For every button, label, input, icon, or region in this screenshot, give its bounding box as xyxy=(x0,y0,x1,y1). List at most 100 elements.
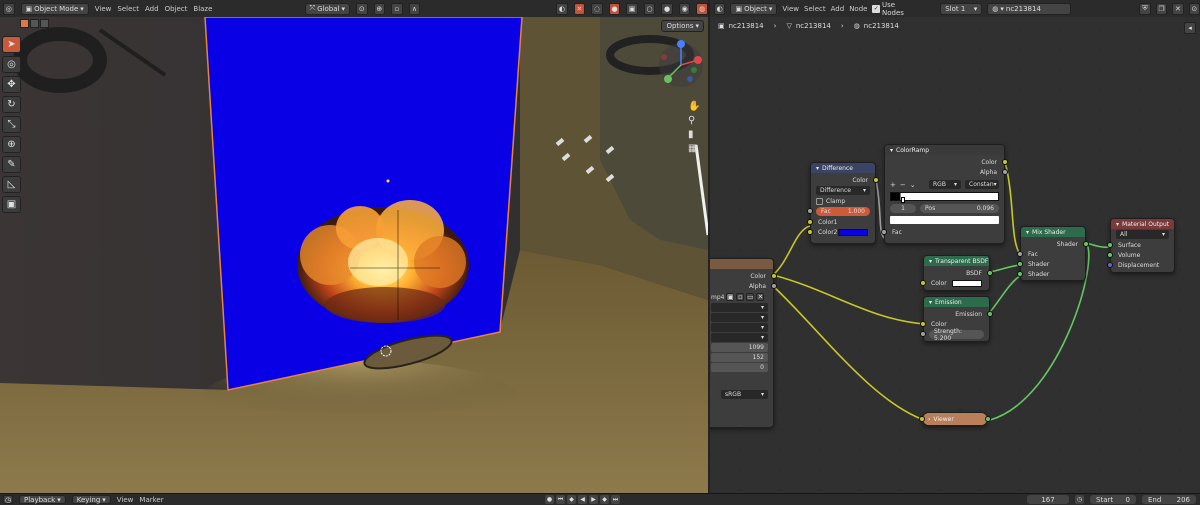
shader1-socket[interactable] xyxy=(1017,261,1023,267)
3d-viewport[interactable]: ◎ ▣ Object Mode ▾ View Select Add Object… xyxy=(0,0,708,493)
xray-icon[interactable]: ▣ xyxy=(626,2,638,15)
menu-object[interactable]: Object xyxy=(165,5,188,13)
volume-socket[interactable] xyxy=(1107,252,1113,258)
start-frame-field[interactable]: 152 xyxy=(711,353,768,362)
duplicate-icon[interactable]: ❐ xyxy=(1155,2,1168,15)
annotate-tool-icon[interactable]: ✎ xyxy=(2,156,21,173)
output-bsdf-socket[interactable] xyxy=(987,270,993,276)
play-reverse-icon[interactable]: ◀ xyxy=(578,495,587,504)
menu-add[interactable]: Add xyxy=(831,5,845,13)
select-mode-subtract[interactable] xyxy=(40,19,49,28)
offset-field[interactable]: 0 xyxy=(711,363,768,372)
output-color-socket[interactable] xyxy=(1002,159,1008,165)
chevron-down-icon[interactable]: ▾ xyxy=(1026,229,1029,236)
viewport-scene[interactable] xyxy=(0,17,708,493)
output-alpha-socket[interactable] xyxy=(771,283,777,289)
stop-index-field[interactable]: 1 xyxy=(890,204,916,213)
grid-icon[interactable]: ▦ xyxy=(688,143,700,154)
color-socket[interactable] xyxy=(920,321,926,327)
record-icon[interactable]: ● xyxy=(545,495,554,504)
fac-socket[interactable] xyxy=(807,208,813,214)
source-dropdown[interactable]: ▾ xyxy=(711,323,768,332)
colorspace-dropdown[interactable]: sRGB ▾ xyxy=(721,390,768,399)
ramp-stop-handle[interactable] xyxy=(901,197,905,203)
chevron-right-icon[interactable]: › xyxy=(928,416,930,423)
gizmo-toggle-icon[interactable]: ✕ xyxy=(573,2,586,15)
transform-tool-icon[interactable]: ⊕ xyxy=(2,136,21,153)
use-nodes-toggle[interactable]: ✓ Use Nodes xyxy=(872,1,917,17)
play-icon[interactable]: ▶ xyxy=(589,495,598,504)
chevron-down-icon[interactable]: ▾ xyxy=(1116,221,1119,228)
fac-socket[interactable] xyxy=(881,229,887,235)
select-tool-icon[interactable]: ➤ xyxy=(2,36,21,53)
orientation-dropdown[interactable]: ⤧ Global ▾ xyxy=(304,2,351,15)
colorramp-node[interactable]: ▾ ColorRamp Color Alpha + − ⌄ RGB ▾ Cons… xyxy=(881,144,1008,244)
color2-socket[interactable] xyxy=(807,229,813,235)
snap-icon[interactable]: ⊕ xyxy=(373,2,386,15)
breadcrumb-object[interactable]: ▣ nc213814 xyxy=(718,22,764,30)
viewer-node[interactable]: › Viewer xyxy=(919,412,991,426)
start-frame-field[interactable]: Start 0 xyxy=(1090,495,1136,504)
visibility-icon[interactable]: ◐ xyxy=(556,2,568,15)
projection-dropdown[interactable]: ▾ xyxy=(711,303,768,312)
interpolation-dropdown[interactable]: Constan ▾ xyxy=(965,180,999,189)
menu-blaze[interactable]: Blaze xyxy=(193,5,212,13)
slot-dropdown[interactable]: Slot 1 ▾ xyxy=(940,2,983,15)
pivot-icon[interactable]: ⊙ xyxy=(356,2,368,15)
shader-node-editor[interactable]: ◐ ▣ Object ▾ View Select Add Node ✓ Use … xyxy=(710,0,1200,493)
sidebar-toggle-icon[interactable]: ◂ xyxy=(1184,22,1196,34)
color-ramp-gradient[interactable] xyxy=(890,192,999,203)
current-frame-field[interactable]: 167 xyxy=(1027,495,1069,504)
stop-pos-field[interactable]: Pos 0.096 xyxy=(920,204,999,213)
displacement-socket[interactable] xyxy=(1107,262,1113,268)
breadcrumb-mesh[interactable]: ▽ nc213814 xyxy=(786,22,830,30)
chevron-down-icon[interactable]: ⌄ xyxy=(910,181,916,189)
shader2-socket[interactable] xyxy=(1017,271,1023,277)
add-cube-tool-icon[interactable]: ▣ xyxy=(2,196,21,213)
overlay-icon[interactable]: ◌ xyxy=(591,2,603,15)
chevron-down-icon[interactable]: ▾ xyxy=(816,165,819,172)
menu-view[interactable]: View xyxy=(782,5,799,13)
output-color-socket[interactable] xyxy=(771,273,777,279)
pan-hand-icon[interactable]: ✋ xyxy=(688,101,700,112)
output-shader-socket[interactable] xyxy=(1083,241,1089,247)
shading-wire-icon[interactable]: ○ xyxy=(643,2,656,15)
menu-select[interactable]: Select xyxy=(117,5,139,13)
proportional-edit-icon[interactable]: ∧ xyxy=(408,2,421,15)
menu-node[interactable]: Node xyxy=(849,5,867,13)
shading-rendered-icon[interactable]: ◍ xyxy=(696,2,708,15)
material-output-node[interactable]: ▾ Material Output All ▾ Surface Volume D… xyxy=(1107,218,1175,273)
image-new-icon[interactable]: ▫ xyxy=(736,293,745,301)
menu-view[interactable]: View xyxy=(117,496,134,504)
pin-icon[interactable]: ⊙ xyxy=(1188,2,1200,15)
emission-node[interactable]: ▾ Emission Emission Color Strength: 5.20… xyxy=(920,296,993,342)
mix-shader-node[interactable]: ▾ Mix Shader Shader Fac Shader Shader xyxy=(1017,226,1089,281)
snap-target-icon[interactable]: ▫ xyxy=(391,2,403,15)
editor-type-button[interactable]: ◎ xyxy=(3,2,15,15)
image-close-icon[interactable]: ✕ xyxy=(756,293,765,301)
fac-socket[interactable] xyxy=(1017,251,1023,257)
zoom-icon[interactable]: ⚲ xyxy=(688,115,700,126)
select-mode-set[interactable] xyxy=(20,19,29,28)
editor-type-button[interactable]: ◷ xyxy=(3,495,13,504)
output-color-socket[interactable] xyxy=(873,177,879,183)
viewer-output-socket[interactable] xyxy=(985,416,991,422)
prev-key-icon[interactable]: ◆ xyxy=(567,495,576,504)
transparent-bsdf-node[interactable]: ▾ Transparent BSDF BSDF Color xyxy=(920,255,993,291)
preview-range-icon[interactable]: ◷ xyxy=(1075,495,1084,504)
mode-dropdown[interactable]: ▣ Object Mode ▾ xyxy=(20,2,89,15)
image-browse-icon[interactable]: ▣ xyxy=(726,293,735,301)
shading-material-icon[interactable]: ◉ xyxy=(678,2,691,15)
clamp-checkbox[interactable] xyxy=(816,197,823,205)
viewer-input-socket[interactable] xyxy=(919,416,925,422)
rotate-tool-icon[interactable]: ↻ xyxy=(2,96,21,113)
material-selector[interactable]: ◍ ▾ nc213814 xyxy=(987,2,1071,15)
keying-menu[interactable]: Keying ▾ xyxy=(71,495,111,504)
output-alpha-socket[interactable] xyxy=(1002,169,1008,175)
color2-swatch[interactable] xyxy=(838,228,868,236)
camera-icon[interactable]: ▮ xyxy=(688,129,700,140)
breadcrumb-material[interactable]: ◍ nc213814 xyxy=(854,22,899,30)
strength-socket[interactable] xyxy=(920,331,926,337)
output-emission-socket[interactable] xyxy=(987,311,993,317)
next-key-icon[interactable]: ◆ xyxy=(600,495,609,504)
